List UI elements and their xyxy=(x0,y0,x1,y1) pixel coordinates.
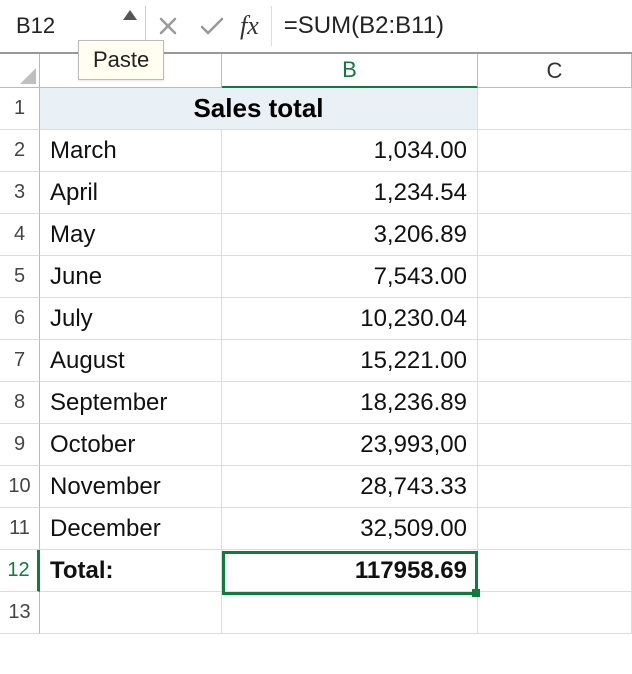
cell[interactable]: September xyxy=(40,382,222,424)
cell[interactable]: July xyxy=(40,298,222,340)
table-row: 6 July 10,230.04 xyxy=(0,298,632,340)
cell[interactable]: 28,743.33 xyxy=(222,466,478,508)
formula-input[interactable]: =SUM(B2:B11) xyxy=(272,6,626,46)
paste-tooltip: Paste xyxy=(78,40,164,80)
name-box-dropdown-icon[interactable] xyxy=(123,10,137,20)
cell[interactable]: 18,236.89 xyxy=(222,382,478,424)
cell[interactable]: March xyxy=(40,130,222,172)
row-header[interactable]: 13 xyxy=(0,592,40,634)
name-box-value: B12 xyxy=(16,13,55,39)
title-cell[interactable]: Sales total xyxy=(40,88,478,130)
confirm-button[interactable] xyxy=(190,6,234,46)
formula-bar: B12 Paste fx =SUM(B2:B11) xyxy=(0,0,632,54)
cell[interactable]: May xyxy=(40,214,222,256)
row-header[interactable]: 5 xyxy=(0,256,40,298)
cell[interactable]: 1,234.54 xyxy=(222,172,478,214)
table-row: 7 August 15,221.00 xyxy=(0,340,632,382)
row-header[interactable]: 9 xyxy=(0,424,40,466)
cell[interactable] xyxy=(478,172,632,214)
cell[interactable]: 10,230.04 xyxy=(222,298,478,340)
cell[interactable]: November xyxy=(40,466,222,508)
total-label-cell[interactable]: Total: xyxy=(40,550,222,592)
cell[interactable] xyxy=(478,382,632,424)
table-row: 9 October 23,993,00 xyxy=(0,424,632,466)
cell[interactable]: August xyxy=(40,340,222,382)
select-all-corner[interactable] xyxy=(0,54,40,87)
cell[interactable] xyxy=(478,214,632,256)
cell[interactable] xyxy=(478,508,632,550)
table-row: 11 December 32,509.00 xyxy=(0,508,632,550)
cell[interactable]: 7,543.00 xyxy=(222,256,478,298)
cell[interactable]: 32,509.00 xyxy=(222,508,478,550)
table-row: 1 Sales total xyxy=(0,88,632,130)
cell[interactable]: December xyxy=(40,508,222,550)
cell[interactable] xyxy=(222,592,478,634)
cell[interactable]: June xyxy=(40,256,222,298)
cell[interactable] xyxy=(478,256,632,298)
row-header[interactable]: 7 xyxy=(0,340,40,382)
column-header-c[interactable]: C xyxy=(478,54,632,87)
cell[interactable] xyxy=(478,592,632,634)
cell[interactable]: 23,993,00 xyxy=(222,424,478,466)
row-header[interactable]: 4 xyxy=(0,214,40,256)
cell[interactable]: October xyxy=(40,424,222,466)
cell[interactable] xyxy=(478,298,632,340)
cell[interactable]: 1,034.00 xyxy=(222,130,478,172)
row-header[interactable]: 11 xyxy=(0,508,40,550)
total-row: 12 Total: 117958.69 xyxy=(0,550,632,592)
row-header[interactable]: 10 xyxy=(0,466,40,508)
selected-cell[interactable]: 117958.69 xyxy=(222,550,478,592)
table-row: 4 May 3,206.89 xyxy=(0,214,632,256)
fill-handle[interactable] xyxy=(472,589,480,597)
row-header[interactable]: 6 xyxy=(0,298,40,340)
table-row: 8 September 18,236.89 xyxy=(0,382,632,424)
cell[interactable]: 15,221.00 xyxy=(222,340,478,382)
table-row: 10 November 28,743.33 xyxy=(0,466,632,508)
cell[interactable] xyxy=(478,130,632,172)
row-header[interactable]: 2 xyxy=(0,130,40,172)
cell[interactable] xyxy=(478,550,632,592)
cell[interactable]: 3,206.89 xyxy=(222,214,478,256)
table-row: 5 June 7,543.00 xyxy=(0,256,632,298)
cell[interactable]: April xyxy=(40,172,222,214)
table-row: 13 xyxy=(0,592,632,634)
row-header[interactable]: 1 xyxy=(0,88,40,130)
cell[interactable] xyxy=(40,592,222,634)
cell[interactable] xyxy=(478,88,632,130)
total-value: 117958.69 xyxy=(355,557,467,585)
row-header[interactable]: 8 xyxy=(0,382,40,424)
cell[interactable] xyxy=(478,340,632,382)
row-header[interactable]: 3 xyxy=(0,172,40,214)
column-header-b[interactable]: B xyxy=(222,54,478,89)
row-header[interactable]: 12 xyxy=(0,550,40,592)
cell[interactable] xyxy=(478,424,632,466)
spreadsheet-grid: A B C 1 Sales total 2 March 1,034.00 3 A… xyxy=(0,54,632,634)
fx-icon[interactable]: fx xyxy=(234,6,272,46)
table-row: 3 April 1,234.54 xyxy=(0,172,632,214)
table-row: 2 March 1,034.00 xyxy=(0,130,632,172)
cell[interactable] xyxy=(478,466,632,508)
